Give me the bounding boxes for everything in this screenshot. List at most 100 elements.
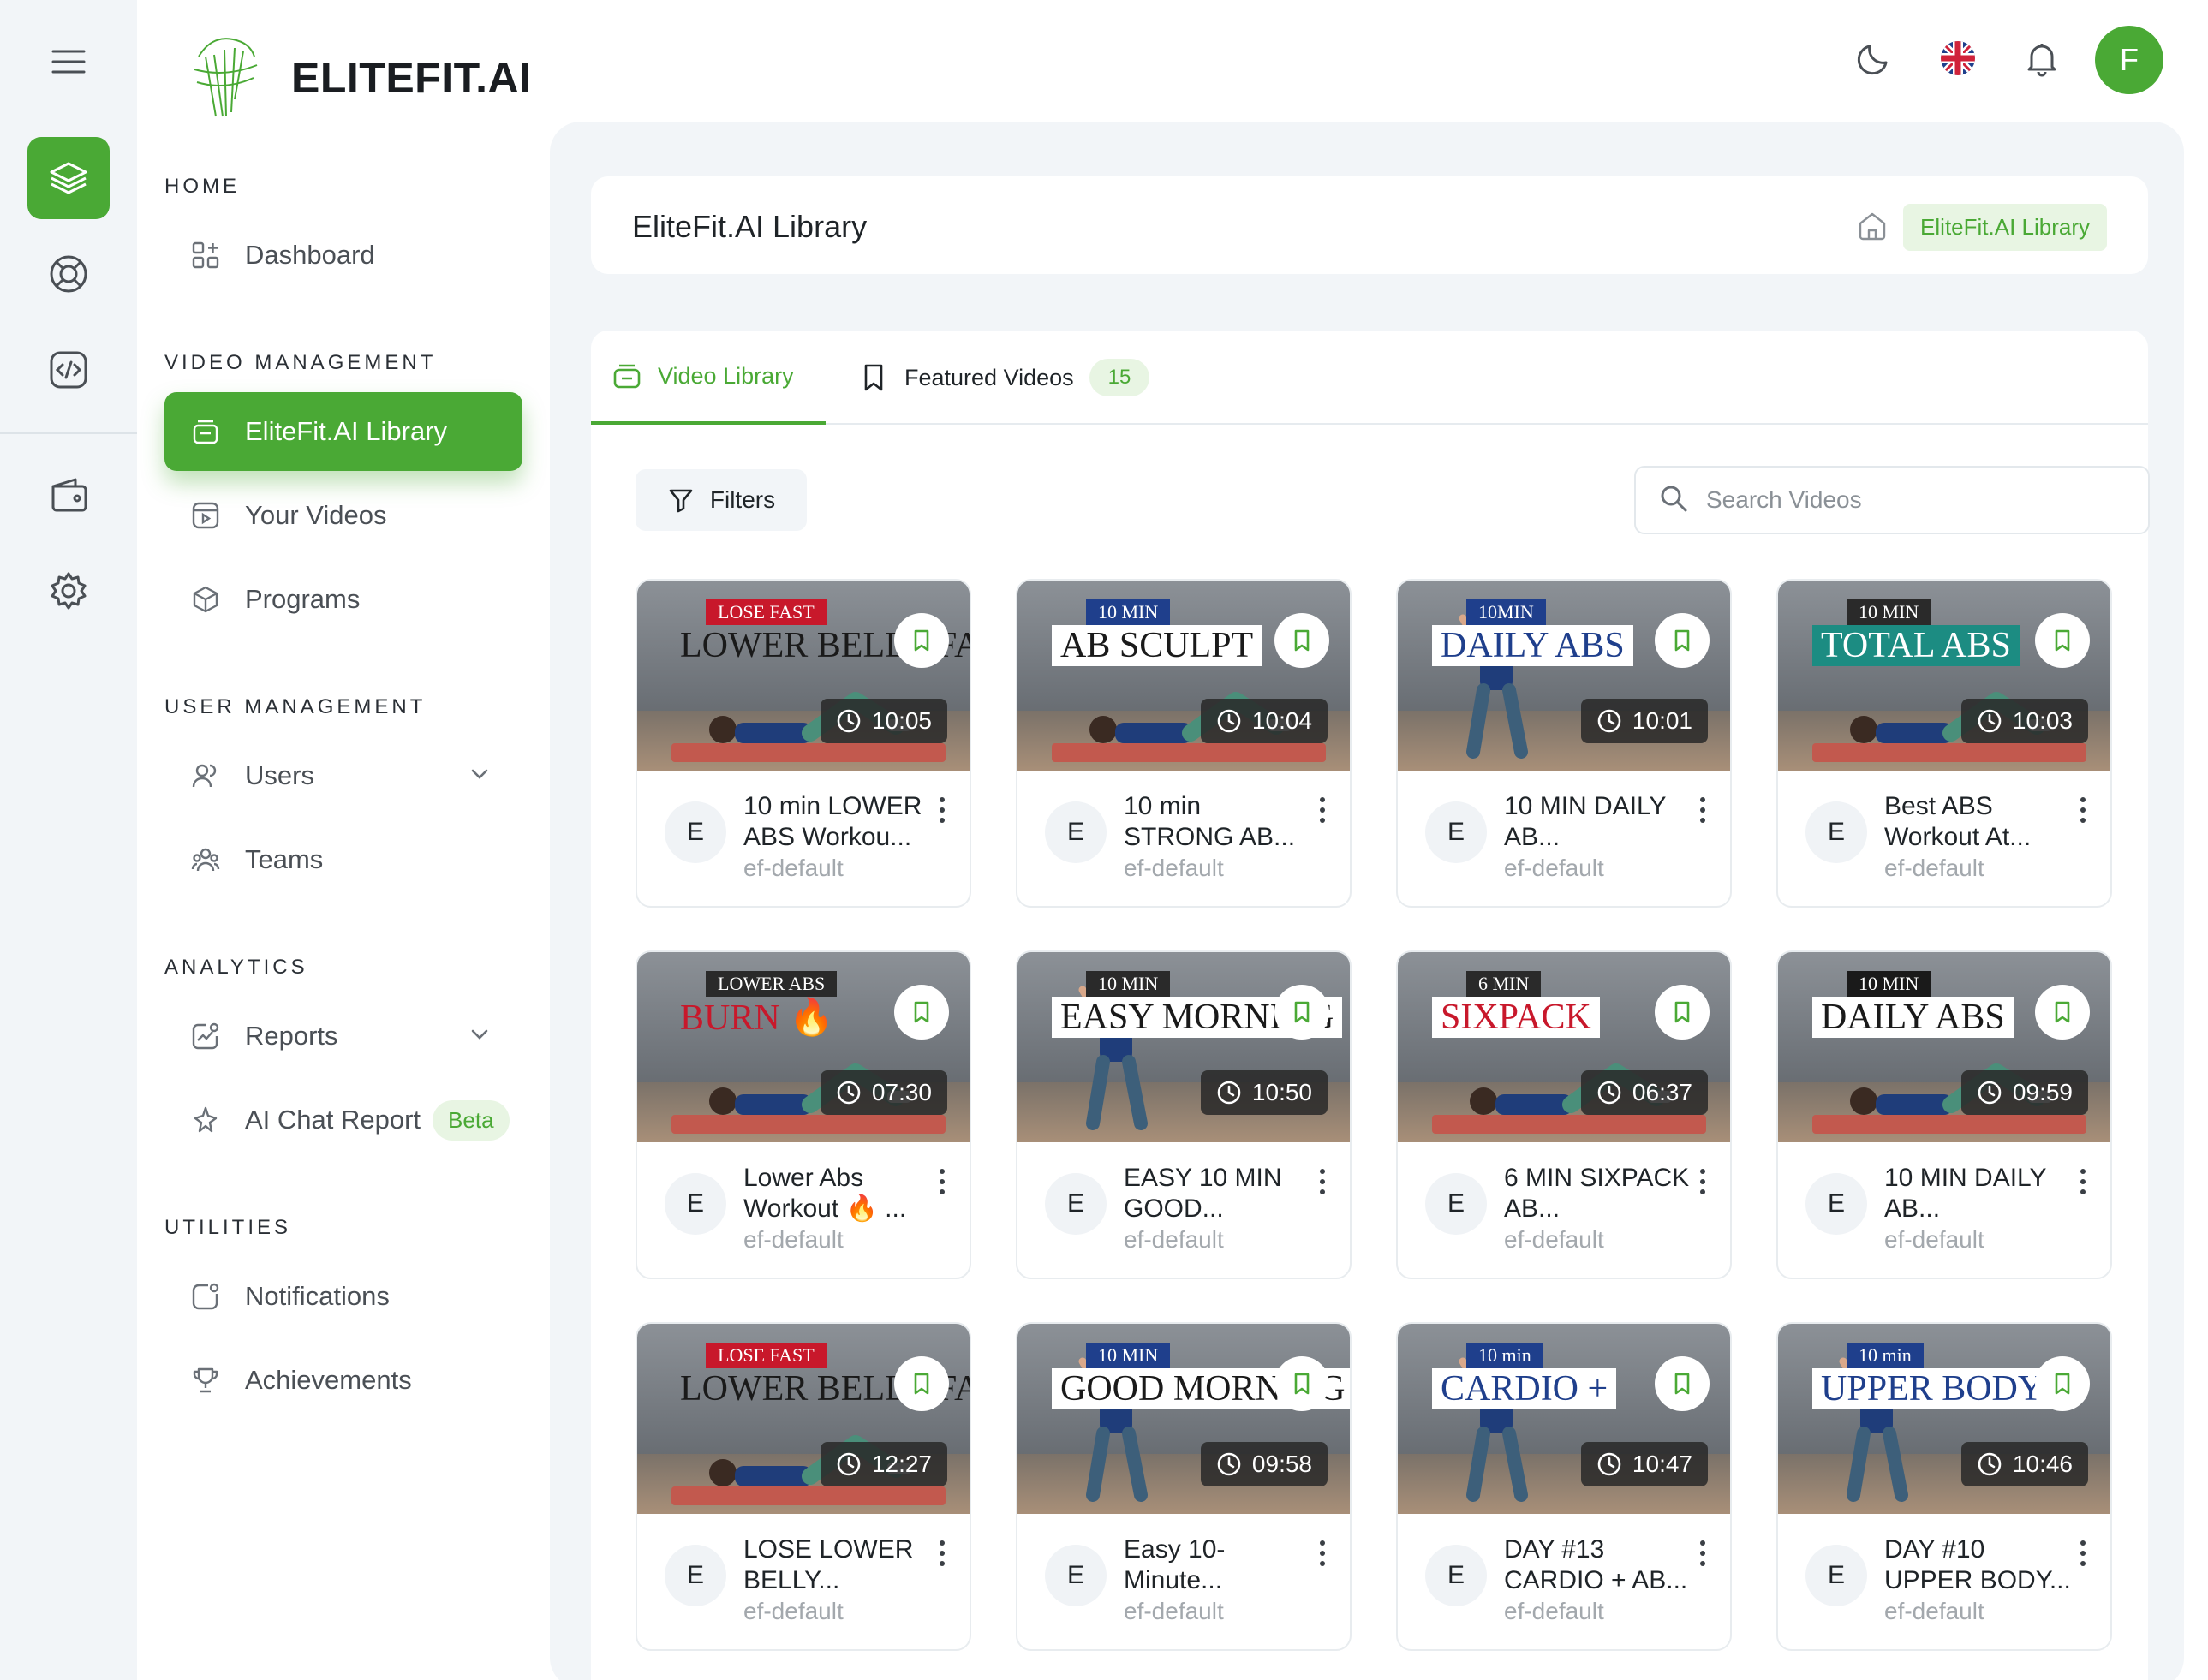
thumbnail-tag: 10 MIN [1847, 599, 1931, 625]
chevron-down-icon[interactable] [468, 1022, 492, 1053]
video-thumbnail[interactable]: 10 min UPPER BODY 10:46 [1778, 1324, 2110, 1514]
code-icon[interactable] [27, 329, 110, 411]
wallet-icon[interactable] [27, 454, 110, 536]
brand[interactable]: ELITEFIT.AI [182, 31, 532, 125]
video-title[interactable]: Best ABS Workout At... [1884, 791, 2073, 853]
video-card[interactable]: 10 MIN EASY MORNING 10:50 E EASY 10 MIN GOOD… [1016, 950, 1352, 1279]
clock-icon [1596, 1451, 1622, 1477]
bookmark-button[interactable] [1655, 985, 1710, 1040]
thumbnail-tag: 10 MIN [1847, 971, 1931, 997]
video-card[interactable]: 10 MIN DAILY ABS 09:59 E 10 MIN DAILY AB... e… [1776, 950, 2112, 1279]
video-thumbnail[interactable]: 10 MIN AB SCULPT 10:04 [1017, 581, 1350, 771]
more-options-icon[interactable] [1314, 1538, 1331, 1569]
lifebuoy-icon[interactable] [27, 233, 110, 315]
chevron-down-icon[interactable] [468, 762, 492, 793]
video-card[interactable]: 10 min UPPER BODY 10:46 E DAY #10 UPPER BODY… [1776, 1322, 2112, 1651]
more-options-icon[interactable] [2074, 1538, 2092, 1569]
sidebar-item-reports[interactable]: Reports [164, 997, 522, 1075]
video-card[interactable]: 10 MIN TOTAL ABS 10:03 E Best ABS Workout At… [1776, 579, 2112, 908]
more-options-icon[interactable] [1694, 1538, 1711, 1569]
video-title[interactable]: DAY #13 CARDIO + AB... [1504, 1534, 1692, 1596]
bookmark-button[interactable] [894, 613, 949, 668]
gear-icon[interactable] [27, 550, 110, 632]
more-options-icon[interactable] [1314, 795, 1331, 825]
video-thumbnail[interactable]: LOSE FAST LOWER BELLY FA 12:27 [637, 1324, 970, 1514]
search-box[interactable] [1634, 466, 2150, 534]
video-card[interactable]: 10 MIN AB SCULPT 10:04 E 10 min STRONG AB...… [1016, 579, 1352, 908]
bookmark-button[interactable] [894, 1356, 949, 1411]
bookmark-button[interactable] [894, 985, 949, 1040]
video-title[interactable]: EASY 10 MIN GOOD... [1124, 1163, 1312, 1224]
sidebar-item-dashboard[interactable]: Dashboard [164, 216, 522, 295]
sidebar-item-teams[interactable]: Teams [164, 820, 522, 899]
video-card[interactable]: LOSE FAST LOWER BELLY FA 12:27 E LOSE LOWER … [636, 1322, 971, 1651]
sidebar-item-users[interactable]: Users [164, 736, 522, 815]
video-title[interactable]: 10 min STRONG AB... [1124, 791, 1312, 853]
bookmark-button[interactable] [1655, 1356, 1710, 1411]
bookmark-button[interactable] [1655, 613, 1710, 668]
video-title[interactable]: Easy 10-Minute... [1124, 1534, 1312, 1596]
user-avatar[interactable]: F [2095, 26, 2163, 94]
video-thumbnail[interactable]: 10 MIN TOTAL ABS 10:03 [1778, 581, 2110, 771]
more-options-icon[interactable] [1694, 1166, 1711, 1197]
tab-featured-videos[interactable]: Featured Videos 15 [858, 331, 1150, 425]
filters-button[interactable]: Filters [636, 469, 807, 531]
more-options-icon[interactable] [2074, 1166, 2092, 1197]
video-title[interactable]: 6 MIN SIXPACK AB... [1504, 1163, 1692, 1224]
video-thumbnail[interactable]: LOWER ABS BURN 🔥 07:30 [637, 952, 970, 1142]
video-thumbnail[interactable]: 10 MIN EASY MORNING 10:50 [1017, 952, 1350, 1142]
video-meta: E 10 MIN DAILY AB... ef-default [1398, 771, 1730, 906]
sidebar-item-your-videos[interactable]: Your Videos [164, 476, 522, 555]
video-thumbnail[interactable]: 6 MIN SIXPACK 06:37 [1398, 952, 1730, 1142]
more-options-icon[interactable] [934, 795, 951, 825]
video-meta: E DAY #10 UPPER BODY... ef-default [1778, 1514, 2110, 1649]
video-thumbnail[interactable]: 10 MIN GOOD MORNING 09:58 [1017, 1324, 1350, 1514]
video-thumbnail[interactable]: 10 MIN DAILY ABS 09:59 [1778, 952, 2110, 1142]
video-thumbnail[interactable]: 10 min CARDIO + 10:47 [1398, 1324, 1730, 1514]
bookmark-button[interactable] [1274, 985, 1329, 1040]
video-channel: ef-default [1884, 1226, 1984, 1253]
more-options-icon[interactable] [934, 1538, 951, 1569]
home-icon[interactable] [1855, 209, 1889, 247]
bookmark-button[interactable] [2035, 613, 2090, 668]
video-thumbnail[interactable]: LOSE FAST LOWER BELLY FA 10:05 [637, 581, 970, 771]
bookmark-button[interactable] [1274, 1356, 1329, 1411]
more-options-icon[interactable] [2074, 795, 2092, 825]
more-options-icon[interactable] [1694, 795, 1711, 825]
video-title[interactable]: 10 min LOWER ABS Workou... [743, 791, 932, 853]
video-title[interactable]: DAY #10 UPPER BODY... [1884, 1534, 2073, 1596]
uk-flag-icon[interactable] [1931, 31, 1985, 86]
sidebar-item-programs[interactable]: Programs [164, 560, 522, 639]
bookmark-button[interactable] [1274, 613, 1329, 668]
bell-icon[interactable] [2014, 31, 2069, 86]
menu-icon[interactable] [27, 21, 110, 103]
featured-count-badge: 15 [1089, 359, 1150, 396]
more-options-icon[interactable] [1314, 1166, 1331, 1197]
sidebar-item-notifications[interactable]: Notifications [164, 1257, 522, 1336]
breadcrumb[interactable]: EliteFit.AI Library [1903, 204, 2107, 251]
layers-icon[interactable] [27, 137, 110, 219]
moon-icon[interactable] [1847, 31, 1901, 86]
more-options-icon[interactable] [934, 1166, 951, 1197]
video-card[interactable]: LOWER ABS BURN 🔥 07:30 E Lower Abs Workout 🔥… [636, 950, 971, 1279]
duration-text: 10:03 [2012, 707, 2073, 734]
video-title[interactable]: LOSE LOWER BELLY... [743, 1534, 932, 1596]
sidebar-item-elitefit-library[interactable]: EliteFit.AI Library [164, 392, 522, 471]
bookmark-button[interactable] [2035, 1356, 2090, 1411]
brand-name: ELITEFIT.AI [291, 54, 532, 102]
video-title[interactable]: 10 MIN DAILY AB... [1884, 1163, 2073, 1224]
video-card[interactable]: 10 min CARDIO + 10:47 E DAY #13 CARDIO + AB.… [1396, 1322, 1732, 1651]
video-title[interactable]: 10 MIN DAILY AB... [1504, 791, 1692, 853]
search-input[interactable] [1706, 486, 2134, 514]
tab-video-library[interactable]: Video Library [591, 331, 826, 425]
video-card[interactable]: 10MIN DAILY ABS 10:01 E 10 MIN DAILY AB... ef… [1396, 579, 1732, 908]
clock-icon [1216, 1080, 1242, 1105]
video-card[interactable]: 6 MIN SIXPACK 06:37 E 6 MIN SIXPACK AB... ef-… [1396, 950, 1732, 1279]
video-title[interactable]: Lower Abs Workout 🔥 ... [743, 1163, 932, 1224]
video-thumbnail[interactable]: 10MIN DAILY ABS 10:01 [1398, 581, 1730, 771]
sidebar-item-achievements[interactable]: Achievements [164, 1341, 522, 1420]
video-card[interactable]: LOSE FAST LOWER BELLY FA 10:05 E 10 min LOWE… [636, 579, 971, 908]
bookmark-button[interactable] [2035, 985, 2090, 1040]
video-card[interactable]: 10 MIN GOOD MORNING 09:58 E Easy 10-Minute..… [1016, 1322, 1352, 1651]
sidebar-item-ai-chat-report[interactable]: AI Chat Report Beta [164, 1081, 522, 1159]
